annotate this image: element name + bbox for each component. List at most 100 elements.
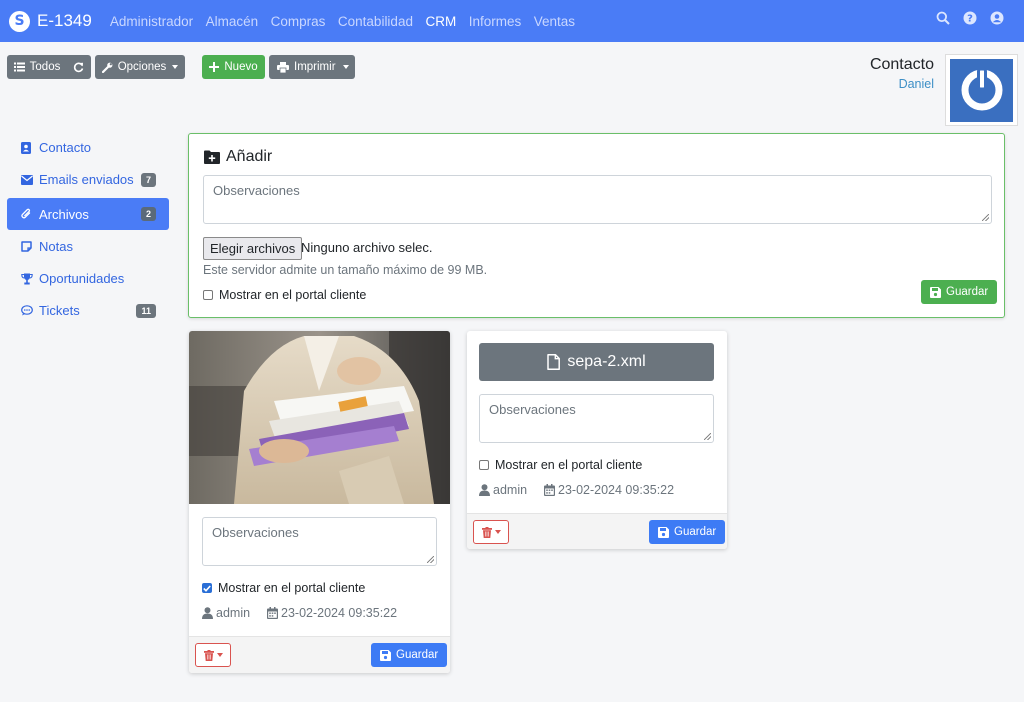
sidebar-item-label: Emails enviados <box>39 172 134 187</box>
chevron-down-icon <box>216 653 223 657</box>
portal-checkbox-row[interactable]: Mostrar en el portal cliente <box>202 581 365 595</box>
upload-date: 23-02-2024 09:35:22 <box>544 483 674 497</box>
user-icon <box>479 484 490 496</box>
menu-informes[interactable]: Informes <box>469 14 522 29</box>
search-icon[interactable] <box>936 11 950 25</box>
menu-contabilidad[interactable]: Contabilidad <box>338 14 413 29</box>
contact-name-link[interactable]: Daniel <box>899 77 934 91</box>
portal-checkbox[interactable] <box>479 460 489 470</box>
observaciones-textarea[interactable]: Observaciones <box>203 175 992 224</box>
save-label: Guardar <box>396 649 439 661</box>
file-thumbnail[interactable] <box>189 331 450 504</box>
file-download-button[interactable]: sepa-2.xml <box>479 343 714 381</box>
observaciones-textarea[interactable]: Observaciones <box>479 394 714 443</box>
sidebar-item-label: Contacto <box>39 140 92 155</box>
sidebar-item-tickets[interactable]: Tickets 11 <box>7 295 169 326</box>
envelope-icon <box>21 174 35 185</box>
save-button[interactable]: Guardar <box>921 280 998 304</box>
page-title: Contacto <box>869 56 934 73</box>
observaciones-placeholder: Observaciones <box>489 402 576 417</box>
sidebar-item-archivos[interactable]: Archivos 2 <box>7 198 169 230</box>
add-file-panel: Añadir Observaciones Elegir archivos Nin… <box>188 133 1005 318</box>
observaciones-placeholder: Observaciones <box>212 525 299 540</box>
count-badge: 2 <box>140 207 156 221</box>
observaciones-textarea[interactable]: Observaciones <box>202 517 437 566</box>
save-label: Guardar <box>946 286 989 298</box>
menu-ventas[interactable]: Ventas <box>534 14 575 29</box>
card-footer: Guardar <box>467 513 727 549</box>
portal-checkbox[interactable] <box>202 583 212 593</box>
save-button[interactable]: Guardar <box>371 643 448 667</box>
paperclip-icon <box>21 208 35 220</box>
sidebar-item-label: Archivos <box>39 206 89 222</box>
imprimir-button[interactable]: Imprimir <box>269 55 355 79</box>
portal-checkbox-row[interactable]: Mostrar en el portal cliente <box>479 458 642 472</box>
upload-date-text: 23-02-2024 09:35:22 <box>281 606 398 620</box>
menu-almacen[interactable]: Almacén <box>206 14 259 29</box>
sticky-note-icon <box>21 241 35 252</box>
floppy-disk-icon <box>658 526 669 538</box>
choose-files-button[interactable]: Elegir archivos <box>203 237 303 260</box>
add-panel-title: Añadir <box>204 148 272 166</box>
save-button[interactable]: Guardar <box>649 520 726 544</box>
calendar-icon <box>544 484 555 496</box>
calendar-icon <box>267 607 278 619</box>
portal-checkbox-row[interactable]: Mostrar en el portal cliente <box>203 288 366 302</box>
count-badge: 11 <box>136 303 156 318</box>
brand-logo-icon: S <box>9 10 30 32</box>
sidebar-item-oportunidades[interactable]: Oportunidades <box>7 263 169 294</box>
chevron-down-icon <box>494 530 501 534</box>
resize-handle[interactable] <box>704 433 711 440</box>
uploaded-by: admin <box>202 606 250 620</box>
todos-button[interactable]: Todos <box>7 55 91 79</box>
navbar-icons: ? <box>936 11 1004 25</box>
portal-checkbox[interactable] <box>203 290 213 300</box>
menu-compras[interactable]: Compras <box>271 14 326 29</box>
sidebar-item-label: Tickets <box>39 303 80 318</box>
floppy-disk-icon <box>930 286 941 298</box>
file-icon <box>547 354 561 370</box>
menu-administrador[interactable]: Administrador <box>110 14 193 29</box>
nuevo-button[interactable]: Nuevo <box>202 55 265 79</box>
wrench-icon <box>101 62 113 73</box>
sidebar-item-notas[interactable]: Notas <box>7 231 169 262</box>
save-label: Guardar <box>674 526 717 538</box>
file-name: sepa-2.xml <box>567 353 646 370</box>
file-card-document: sepa-2.xml Observaciones Mostrar en el p… <box>467 331 727 549</box>
delete-button[interactable] <box>195 643 231 667</box>
portal-checkbox-label: Mostrar en el portal cliente <box>218 581 366 595</box>
refresh-icon[interactable] <box>73 62 84 73</box>
resize-handle[interactable] <box>427 556 434 563</box>
observaciones-placeholder: Observaciones <box>213 183 300 198</box>
sidebar-item-label: Oportunidades <box>39 271 125 286</box>
imprimir-label: Imprimir <box>294 61 336 73</box>
sidebar-item-emails-enviados[interactable]: Emails enviados 7 <box>7 164 169 195</box>
user-icon[interactable] <box>990 11 1004 25</box>
chevron-down-icon[interactable] <box>343 65 349 69</box>
sidebar-item-contacto[interactable]: Contacto <box>7 132 169 163</box>
opciones-button[interactable]: Opciones <box>95 55 185 79</box>
todos-label: Todos <box>29 61 61 73</box>
card-footer: Guardar <box>189 636 450 673</box>
add-panel-title-text: Añadir <box>226 148 273 165</box>
plus-icon <box>209 62 220 72</box>
upload-size-hint: Este servidor admite un tamaño máximo de… <box>203 263 488 277</box>
brand[interactable]: S E-1349 <box>9 10 92 32</box>
uploader-name: admin <box>216 606 251 620</box>
avatar <box>945 54 1018 126</box>
top-navbar: S E-1349 Administrador Almacén Compras C… <box>0 0 1024 42</box>
file-card-image: Observaciones Mostrar en el portal clien… <box>189 331 450 673</box>
menu-crm[interactable]: CRM <box>425 14 456 29</box>
delete-button[interactable] <box>473 520 509 544</box>
chevron-down-icon <box>172 65 179 69</box>
comment-dots-icon <box>21 305 35 316</box>
resize-handle[interactable] <box>982 214 989 221</box>
svg-text:?: ? <box>967 14 973 25</box>
help-icon[interactable]: ? <box>963 11 977 25</box>
list-icon <box>13 62 25 72</box>
uploaded-by: admin <box>479 483 527 497</box>
avatar-image <box>950 58 1013 122</box>
main-menu: Administrador Almacén Compras Contabilid… <box>110 14 588 29</box>
trophy-icon <box>21 273 35 285</box>
trash-icon <box>203 649 214 661</box>
